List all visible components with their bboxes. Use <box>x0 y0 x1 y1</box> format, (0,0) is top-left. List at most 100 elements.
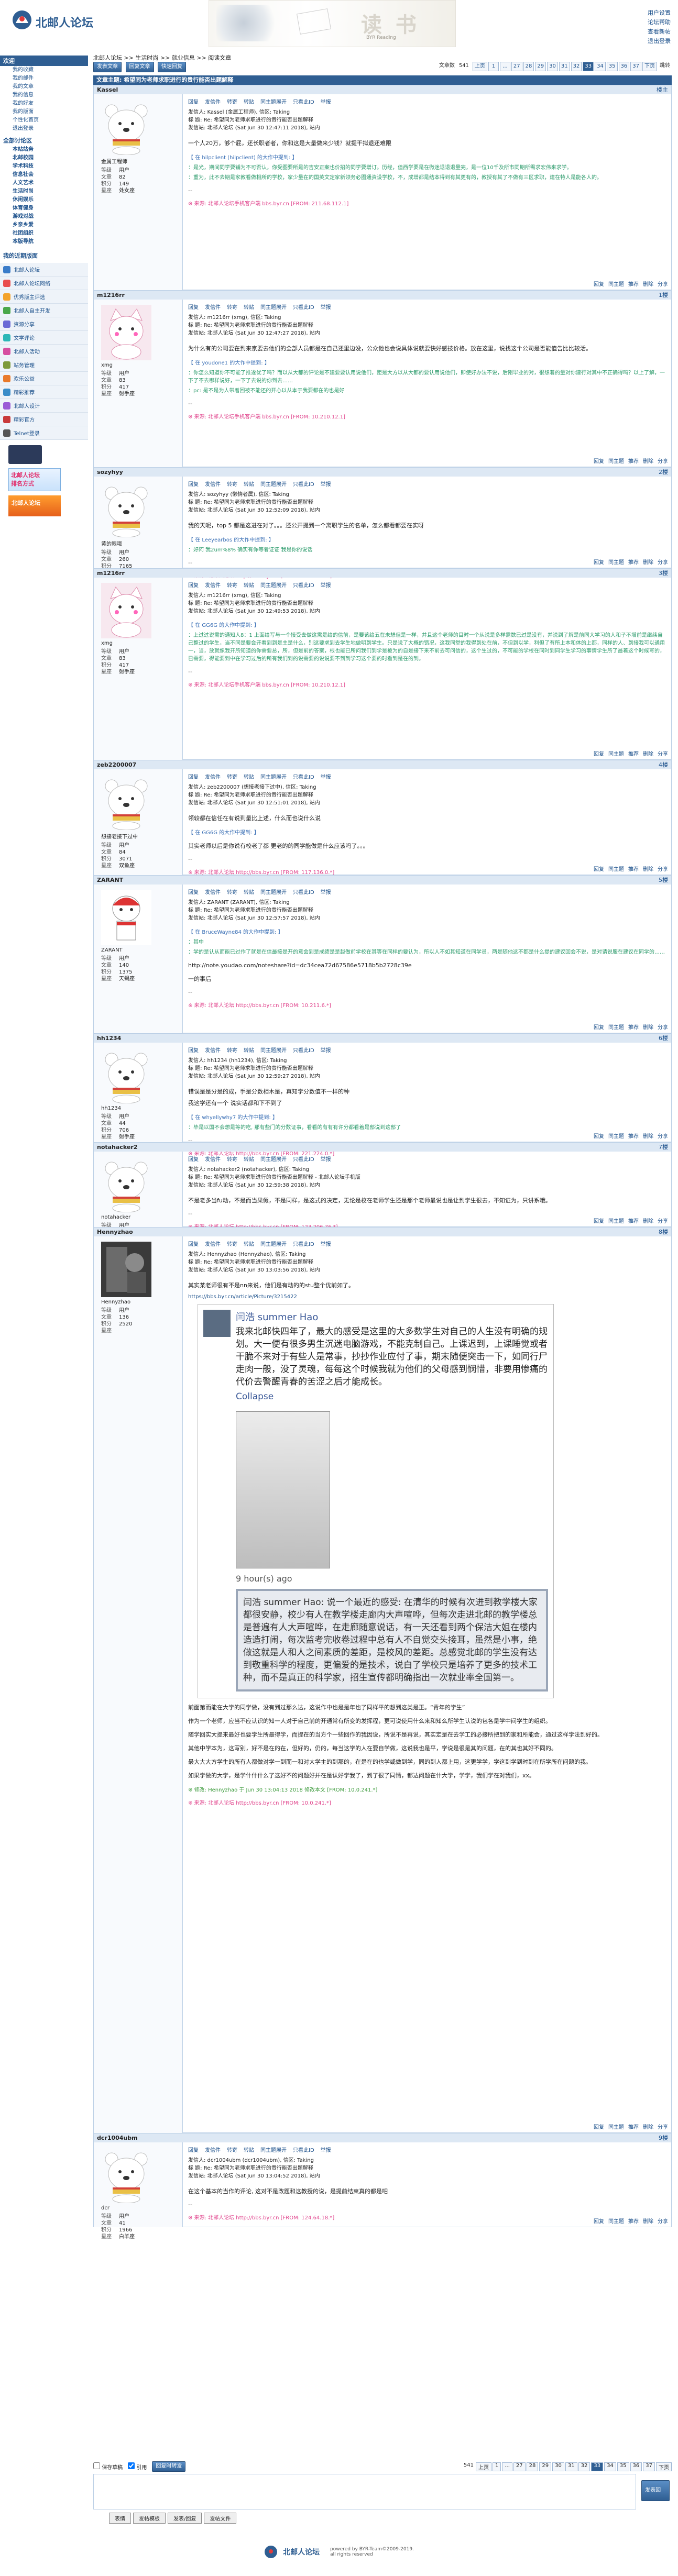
new-posts-link[interactable]: 查看新帖 <box>648 28 671 35</box>
sidebar-logout-link[interactable]: 退出登录 <box>0 125 88 133</box>
post-action-link[interactable]: 同主题展开 <box>260 1157 287 1163</box>
sidebar-group-item[interactable]: 北邮人论坛网络 <box>0 277 88 290</box>
sidebar-board-link[interactable]: 信息社会 <box>0 171 88 179</box>
post-action-link[interactable]: 回复 <box>188 583 199 589</box>
post-action-link[interactable]: 举报 <box>321 2148 331 2153</box>
quote-checkbox[interactable]: 引用 <box>128 2462 147 2471</box>
post-action-link[interactable]: 只看此ID <box>293 890 314 895</box>
promo-image[interactable] <box>8 445 42 464</box>
post-action-link[interactable]: 转贴 <box>244 1157 254 1163</box>
post-action-link[interactable]: 同主题展开 <box>260 482 287 488</box>
post-bottom-link[interactable]: 同主题 <box>608 865 624 872</box>
help-link[interactable]: 论坛帮助 <box>648 19 671 26</box>
sidebar-group-item[interactable]: 精彩推荐 <box>0 385 88 399</box>
post-bottom-link[interactable]: 回复 <box>594 457 604 465</box>
post-action-link[interactable]: 转贴 <box>244 583 254 589</box>
pager-page[interactable]: 1 <box>488 62 499 71</box>
post-bottom-link[interactable]: 分享 <box>658 749 668 757</box>
avatar[interactable] <box>101 2148 151 2204</box>
post-bottom-link[interactable]: 删除 <box>643 865 653 872</box>
post-action-link[interactable]: 举报 <box>321 482 331 488</box>
post-author-link[interactable]: zeb2200007 <box>97 761 136 768</box>
avatar[interactable] <box>101 99 151 156</box>
post-bottom-link[interactable]: 删除 <box>643 1023 653 1031</box>
post-bottom-link[interactable]: 分享 <box>658 457 668 465</box>
post-action-link[interactable]: 转寄 <box>227 99 237 105</box>
avatar[interactable] <box>101 775 151 831</box>
sidebar-board-link[interactable]: 休闲娱乐 <box>0 196 88 204</box>
post-bottom-link[interactable]: 回复 <box>594 1132 604 1140</box>
post-author-link[interactable]: notahacker2 <box>97 1144 137 1151</box>
site-logo[interactable]: 北邮人论坛 <box>10 7 100 32</box>
post-action-link[interactable]: 回复 <box>188 1048 199 1054</box>
sidebar-all-boards[interactable]: 全部讨论区 <box>0 135 88 146</box>
post-bottom-link[interactable]: 分享 <box>658 558 668 566</box>
post-action-link[interactable]: 回复 <box>188 305 199 311</box>
post-bottom-link[interactable]: 删除 <box>643 1217 653 1224</box>
post-action-link[interactable]: 转寄 <box>227 2148 237 2153</box>
post-action-link[interactable]: 同主题展开 <box>260 305 287 311</box>
post-action-link[interactable]: 只看此ID <box>293 775 314 780</box>
sidebar-board-link[interactable]: 本站站务 <box>0 146 88 154</box>
save-draft-checkbox[interactable]: 保存草稿 <box>93 2462 123 2471</box>
promo-banner[interactable]: 北邮人论坛 排名方式 <box>8 468 61 491</box>
pager-page[interactable]: 37 <box>643 2462 655 2471</box>
pager-page[interactable]: 31 <box>559 62 570 71</box>
sidebar-user-link[interactable]: 我的版面 <box>0 108 88 116</box>
pager-page[interactable]: 31 <box>565 2462 577 2471</box>
post-action-link[interactable]: 发信件 <box>205 1157 221 1163</box>
post-bottom-link[interactable]: 推荐 <box>628 749 639 757</box>
post-action-link[interactable]: 同主题展开 <box>260 1048 287 1054</box>
post-action-link[interactable]: 转寄 <box>227 305 237 311</box>
reply-forward-button[interactable]: 回复时转发 <box>152 2461 186 2472</box>
post-bottom-link[interactable]: 同主题 <box>608 558 624 566</box>
post-action-link[interactable]: 同主题展开 <box>260 1242 287 1247</box>
post-author-link[interactable]: Hennyzhao <box>97 1229 133 1235</box>
breadcrumb[interactable]: 北邮人论坛 >> 生活时尚 >> 就业信息 >> 阅读文章 <box>93 53 231 62</box>
post-action-link[interactable]: 发信件 <box>205 1048 221 1054</box>
post-bottom-link[interactable]: 删除 <box>643 457 653 465</box>
pager-page[interactable]: 32 <box>571 62 582 71</box>
post-bottom-link[interactable]: 推荐 <box>628 865 639 872</box>
reply-tool-button[interactable]: 表情 <box>109 2513 131 2524</box>
post-bottom-link[interactable]: 同主题 <box>608 2217 624 2225</box>
post-action-link[interactable]: 只看此ID <box>293 482 314 488</box>
post-bottom-link[interactable]: 推荐 <box>628 558 639 566</box>
avatar[interactable] <box>101 583 151 638</box>
pager-page[interactable]: 29 <box>539 2462 552 2471</box>
post-action-link[interactable]: 举报 <box>321 1048 331 1054</box>
post-action-link[interactable]: 只看此ID <box>293 99 314 105</box>
post-action-link[interactable]: 转贴 <box>244 99 254 105</box>
post-link[interactable]: https://bbs.byr.cn/article/Picture/32154… <box>188 1294 666 1300</box>
pager-page[interactable]: 30 <box>547 62 558 71</box>
pager-page[interactable]: 35 <box>617 2462 629 2471</box>
post-action-link[interactable]: 同主题展开 <box>260 890 287 895</box>
reply-tool-button[interactable]: 发帖文件 <box>204 2513 237 2524</box>
sidebar-board-link[interactable]: 生活时尚 <box>0 187 88 196</box>
post-bottom-link[interactable]: 删除 <box>643 558 653 566</box>
post-action-link[interactable]: 转寄 <box>227 1242 237 1247</box>
sidebar-board-link[interactable]: 人文艺术 <box>0 179 88 187</box>
avatar[interactable] <box>101 890 151 945</box>
pager-page[interactable]: 下页 <box>656 2462 672 2471</box>
pager-page[interactable]: 30 <box>552 2462 564 2471</box>
post-bottom-link[interactable]: 同主题 <box>608 457 624 465</box>
reply-button[interactable]: 回复文章 <box>125 62 154 72</box>
post-author-link[interactable]: dcr1004ubm <box>97 2135 138 2141</box>
sidebar-group-item[interactable]: 文学评论 <box>0 331 88 345</box>
sidebar-board-link[interactable]: 游戏对战 <box>0 213 88 221</box>
reply-textarea[interactable] <box>93 2474 637 2509</box>
sidebar-board-link[interactable]: 北邮校园 <box>0 154 88 162</box>
pager-page[interactable]: 27 <box>511 62 522 71</box>
sidebar-recent[interactable]: 我的近期版面 <box>0 250 88 261</box>
sidebar-telnet[interactable]: Telnet登录 <box>0 426 88 440</box>
post-bottom-link[interactable]: 推荐 <box>628 457 639 465</box>
sidebar-board-link[interactable]: 体育健身 <box>0 204 88 213</box>
sidebar-user-link[interactable]: 我的文章 <box>0 83 88 91</box>
sidebar-group-item[interactable]: 北邮人设计 <box>0 399 88 413</box>
post-action-link[interactable]: 回复 <box>188 890 199 895</box>
sidebar-user-link[interactable]: 我的收藏 <box>0 66 88 74</box>
quick-reply-button[interactable]: 快速回复 <box>158 62 186 72</box>
post-action-link[interactable]: 回复 <box>188 99 199 105</box>
pager-page[interactable]: 36 <box>618 62 630 71</box>
